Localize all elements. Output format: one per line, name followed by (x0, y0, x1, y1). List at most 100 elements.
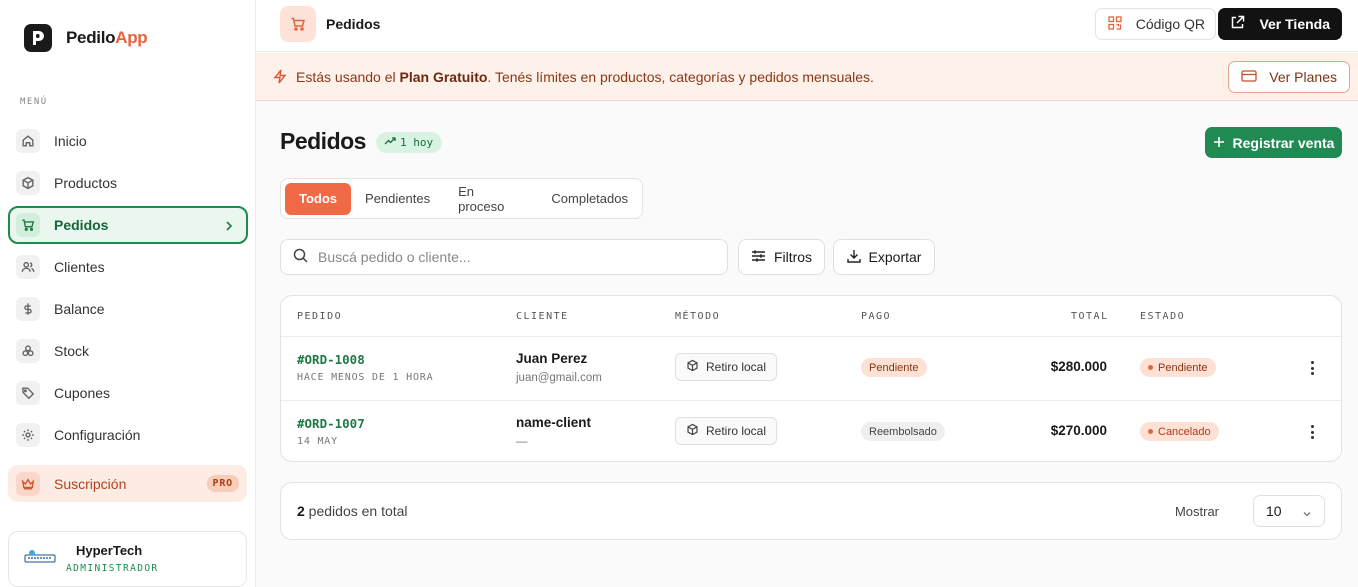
status-label: Cancelado (1158, 425, 1211, 438)
export-button[interactable]: Exportar (833, 239, 935, 275)
status-dot-icon (1148, 429, 1153, 434)
view-store-label: Ver Tienda (1259, 16, 1330, 32)
client-name: name-client (516, 415, 592, 430)
sidebar-item-label: Suscripción (54, 475, 127, 492)
trending-up-icon (384, 136, 396, 149)
box-icon (686, 359, 699, 375)
sidebar-item-label: Clientes (54, 259, 105, 275)
external-link-icon (1230, 15, 1245, 33)
orders-count: 2 pedidos en total (297, 503, 408, 519)
plan-banner: Estás usando el Plan Gratuito. Tenés lím… (256, 53, 1358, 101)
table-header: PEDIDO CLIENTE MÉTODO PAGO TOTAL ESTADO (281, 296, 1341, 337)
page-section-title: Pedidos (326, 16, 381, 32)
qr-code-label: Código QR (1135, 16, 1205, 32)
sidebar-item-balance[interactable]: Balance (8, 288, 248, 330)
page-size-select[interactable]: 10 (1253, 495, 1325, 527)
column-header-pago: PAGO (861, 311, 892, 322)
tab-completados[interactable]: Completados (537, 183, 642, 215)
avatar (23, 544, 57, 572)
page-size-label: Mostrar (1174, 504, 1219, 519)
crown-icon (16, 471, 40, 496)
today-badge-label: 1 hoy (400, 136, 434, 149)
method-badge: Retiro local (675, 353, 778, 381)
more-options-icon[interactable] (1309, 359, 1315, 377)
sidebar-item-configuracion[interactable]: Configuración (8, 414, 248, 456)
method-label: Retiro local (706, 360, 767, 374)
order-time: 14 MAY (297, 436, 338, 447)
column-header-cliente: CLIENTE (516, 311, 569, 322)
order-total: $280.000 (1050, 359, 1107, 374)
orders-table: PEDIDO CLIENTE MÉTODO PAGO TOTAL ESTADO … (280, 295, 1342, 462)
sliders-icon (751, 249, 766, 266)
tag-icon (16, 381, 40, 405)
order-id-link[interactable]: #ORD-1007 (297, 416, 365, 431)
sidebar-nav: Inicio Productos Pedidos Clientes Balanc… (8, 120, 248, 456)
view-plans-label: Ver Planes (1269, 69, 1337, 85)
sidebar-item-inicio[interactable]: Inicio (8, 120, 248, 162)
sidebar-item-clientes[interactable]: Clientes (8, 246, 248, 288)
register-sale-button[interactable]: Registrar venta (1205, 127, 1342, 158)
view-plans-button[interactable]: Ver Planes (1228, 61, 1350, 93)
more-options-icon[interactable] (1309, 423, 1315, 441)
user-name: HyperTech (76, 543, 143, 558)
today-badge: 1 hoy (376, 132, 443, 153)
sidebar-item-suscripcion[interactable]: Suscripción PRO (8, 465, 247, 502)
table-footer: 2 pedidos en total Mostrar 10 (280, 482, 1342, 540)
client-email: — (516, 436, 528, 448)
search-icon (293, 248, 308, 266)
layers-icon (16, 339, 40, 363)
search-input[interactable] (318, 249, 698, 265)
order-id-link[interactable]: #ORD-1008 (297, 352, 365, 367)
method-badge: Retiro local (675, 417, 778, 445)
order-time: HACE MENOS DE 1 HORA (297, 372, 434, 383)
sidebar-item-productos[interactable]: Productos (8, 162, 248, 204)
brand-name: PediloApp (66, 28, 148, 47)
users-icon (16, 255, 40, 279)
tab-en-proceso[interactable]: En proceso (444, 183, 537, 215)
status-badge: Pendiente (1140, 358, 1216, 377)
view-store-button[interactable]: Ver Tienda (1218, 8, 1342, 40)
home-icon (16, 129, 40, 153)
lightning-icon (273, 69, 287, 87)
page-title: Pedidos (280, 128, 366, 154)
sidebar-item-label: Pedidos (54, 217, 109, 233)
pro-badge: PRO (206, 475, 239, 492)
sidebar-item-label: Stock (54, 343, 90, 359)
sidebar-item-label: Cupones (54, 385, 111, 401)
sidebar-item-label: Configuración (54, 427, 141, 443)
user-role: ADMINISTRADOR (66, 563, 159, 574)
column-header-metodo: MÉTODO (675, 311, 721, 322)
column-header-total: TOTAL (1071, 311, 1109, 322)
sidebar-item-label: Inicio (54, 133, 87, 149)
box-icon (686, 423, 699, 439)
sidebar-item-label: Balance (54, 301, 105, 317)
client-name: Juan Perez (516, 351, 588, 366)
user-card[interactable]: HyperTech ADMINISTRADOR (8, 531, 247, 587)
sidebar-item-stock[interactable]: Stock (8, 330, 248, 372)
qr-code-button[interactable]: Código QR (1094, 8, 1216, 40)
plus-icon (1213, 135, 1225, 151)
tab-todos[interactable]: Todos (285, 182, 352, 215)
logo-icon (24, 24, 52, 52)
cart-icon (280, 6, 316, 42)
gear-icon (16, 423, 40, 447)
sidebar-item-pedidos[interactable]: Pedidos (8, 206, 248, 244)
download-icon (846, 249, 861, 266)
brand-logo[interactable]: PediloApp (24, 24, 148, 52)
chevron-right-icon (222, 219, 236, 236)
sidebar: PediloApp MENÚ Inicio Productos Pedidos … (0, 0, 256, 587)
sidebar-item-label: Productos (54, 175, 118, 191)
status-dot-icon (1148, 365, 1153, 370)
tab-pendientes[interactable]: Pendientes (351, 183, 444, 215)
topbar: Pedidos Código QR Ver Tienda (256, 0, 1358, 52)
dollar-icon (16, 297, 40, 321)
table-row[interactable]: #ORD-1007 14 MAY name-client — Retiro lo… (281, 400, 1341, 461)
search-box (280, 239, 728, 275)
table-row[interactable]: #ORD-1008 HACE MENOS DE 1 HORA Juan Pere… (281, 337, 1341, 400)
filters-button[interactable]: Filtros (738, 239, 825, 275)
menu-section-label: MENÚ (20, 97, 48, 107)
export-label: Exportar (868, 249, 922, 265)
client-email: juan@gmail.com (516, 372, 602, 384)
sidebar-item-cupones[interactable]: Cupones (8, 372, 248, 414)
status-label: Pendiente (1158, 361, 1208, 374)
